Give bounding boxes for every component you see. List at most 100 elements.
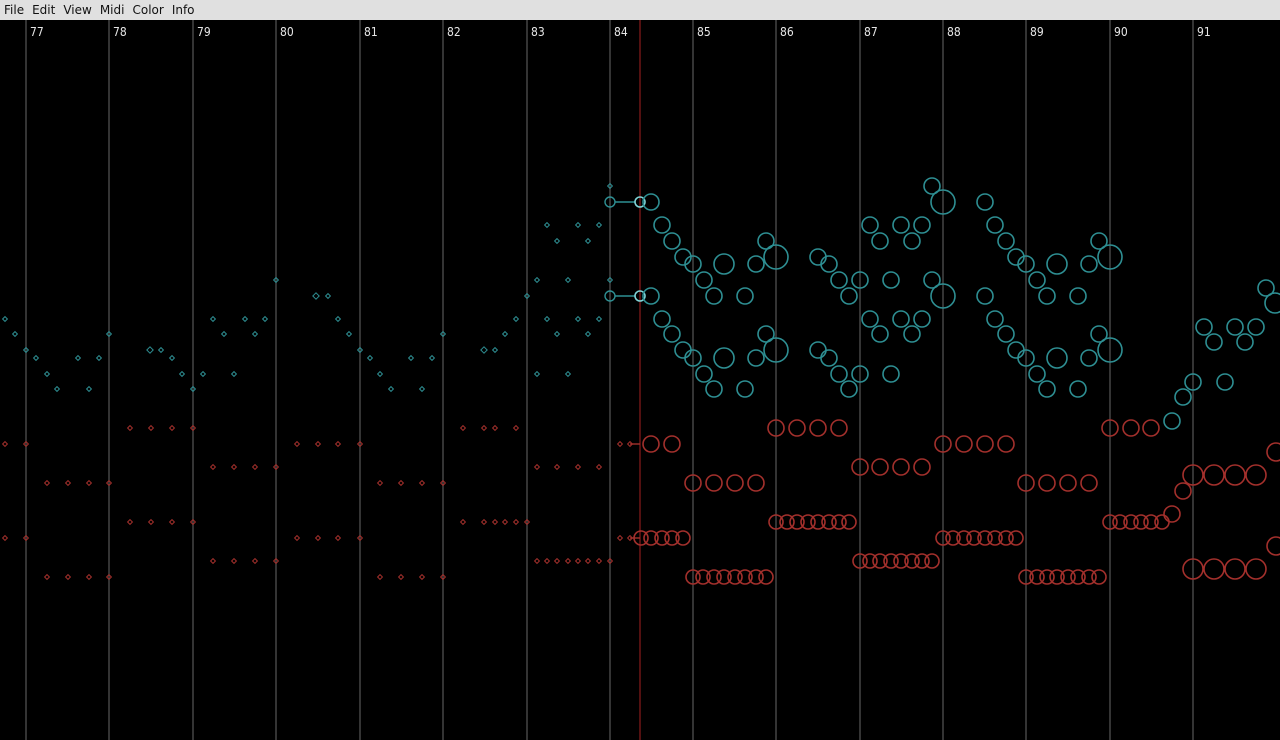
note-marker <box>976 193 994 211</box>
note-marker <box>251 557 259 565</box>
note-marker <box>997 232 1015 250</box>
note-marker <box>345 330 353 338</box>
note-marker <box>1008 530 1024 546</box>
note-marker <box>716 569 732 585</box>
note-marker <box>209 463 217 471</box>
note-marker <box>1245 464 1267 486</box>
note-marker <box>85 479 93 487</box>
note-marker <box>376 370 384 378</box>
note-marker <box>512 315 520 323</box>
measure-number: 86 <box>780 25 794 39</box>
piano-roll-canvas[interactable]: 77 78 79 80 81 82 83 84 85 86 87 88 89 90 91 <box>0 20 1280 740</box>
note-marker <box>584 557 592 565</box>
piano-roll-view[interactable]: 77 78 79 80 81 82 83 84 85 86 87 88 89 90 91 <box>0 20 1280 740</box>
note-marker <box>1163 412 1181 430</box>
note-marker <box>976 435 994 453</box>
note-marker <box>574 557 582 565</box>
note-marker <box>643 530 659 546</box>
note-marker <box>616 534 624 542</box>
note-marker <box>986 216 1004 234</box>
menu-info[interactable]: Info <box>168 0 199 20</box>
menu-file[interactable]: File <box>0 0 28 20</box>
note-marker <box>64 479 72 487</box>
note-marker <box>1245 558 1267 580</box>
note-marker <box>314 534 322 542</box>
note-marker <box>418 479 426 487</box>
note-marker <box>997 435 1015 453</box>
note-marker <box>820 255 838 273</box>
note-marker <box>491 518 499 526</box>
note-marker <box>1264 292 1280 314</box>
measure-number: 88 <box>947 25 961 39</box>
note-marker <box>1163 505 1181 523</box>
menu-midi[interactable]: Midi <box>96 0 129 20</box>
note-marker <box>713 347 735 369</box>
note-marker <box>705 474 723 492</box>
note-marker <box>157 346 165 354</box>
note-marker <box>574 315 582 323</box>
note-marker <box>230 463 238 471</box>
measure-number: 89 <box>1030 25 1044 39</box>
note-marker <box>241 315 249 323</box>
note-marker <box>418 385 426 393</box>
note-marker <box>1236 333 1254 351</box>
note-marker <box>334 440 342 448</box>
measure-number: 91 <box>1197 25 1211 39</box>
note-marker <box>695 569 711 585</box>
note-marker <box>32 354 40 362</box>
note-marker <box>1226 318 1244 336</box>
note-marker <box>261 315 269 323</box>
note-marker <box>480 424 488 432</box>
note-layer <box>1 177 1280 585</box>
note-marker <box>1 534 9 542</box>
note-marker <box>64 573 72 581</box>
note-marker <box>913 216 931 234</box>
note-marker <box>397 479 405 487</box>
menu-color[interactable]: Color <box>128 0 167 20</box>
note-marker <box>553 330 561 338</box>
note-marker <box>584 330 592 338</box>
measure-number: 78 <box>113 25 127 39</box>
note-marker <box>1247 318 1265 336</box>
menu-bar: File Edit View Midi Color Info <box>0 0 1280 20</box>
note-marker <box>584 237 592 245</box>
note-marker <box>871 325 889 343</box>
note-marker <box>1049 569 1065 585</box>
menu-view[interactable]: View <box>59 0 95 20</box>
note-marker <box>705 380 723 398</box>
note-marker <box>1038 287 1056 305</box>
note-marker <box>1070 569 1086 585</box>
note-marker <box>882 365 900 383</box>
menu-edit[interactable]: Edit <box>28 0 59 20</box>
note-marker <box>861 310 879 328</box>
note-marker <box>543 557 551 565</box>
note-marker <box>913 458 931 476</box>
note-marker <box>1174 388 1192 406</box>
note-marker <box>616 440 624 448</box>
measure-number: 79 <box>197 25 211 39</box>
note-marker <box>324 292 332 300</box>
note-marker <box>595 557 603 565</box>
note-marker <box>146 346 154 354</box>
note-marker <box>1 315 9 323</box>
note-marker <box>168 354 176 362</box>
note-marker <box>1080 255 1098 273</box>
note-marker <box>820 349 838 367</box>
note-marker <box>1266 536 1280 556</box>
barlines <box>25 20 1194 740</box>
note-marker <box>43 479 51 487</box>
note-marker <box>892 458 910 476</box>
note-marker <box>199 370 207 378</box>
note-marker <box>126 518 134 526</box>
note-marker <box>533 370 541 378</box>
note-marker <box>924 553 940 569</box>
note-marker <box>892 310 910 328</box>
note-marker <box>147 424 155 432</box>
note-marker <box>168 424 176 432</box>
measure-number: 85 <box>697 25 711 39</box>
note-marker <box>737 569 753 585</box>
note-marker <box>642 435 660 453</box>
note-marker <box>533 463 541 471</box>
note-marker <box>713 253 735 275</box>
note-marker <box>209 557 217 565</box>
